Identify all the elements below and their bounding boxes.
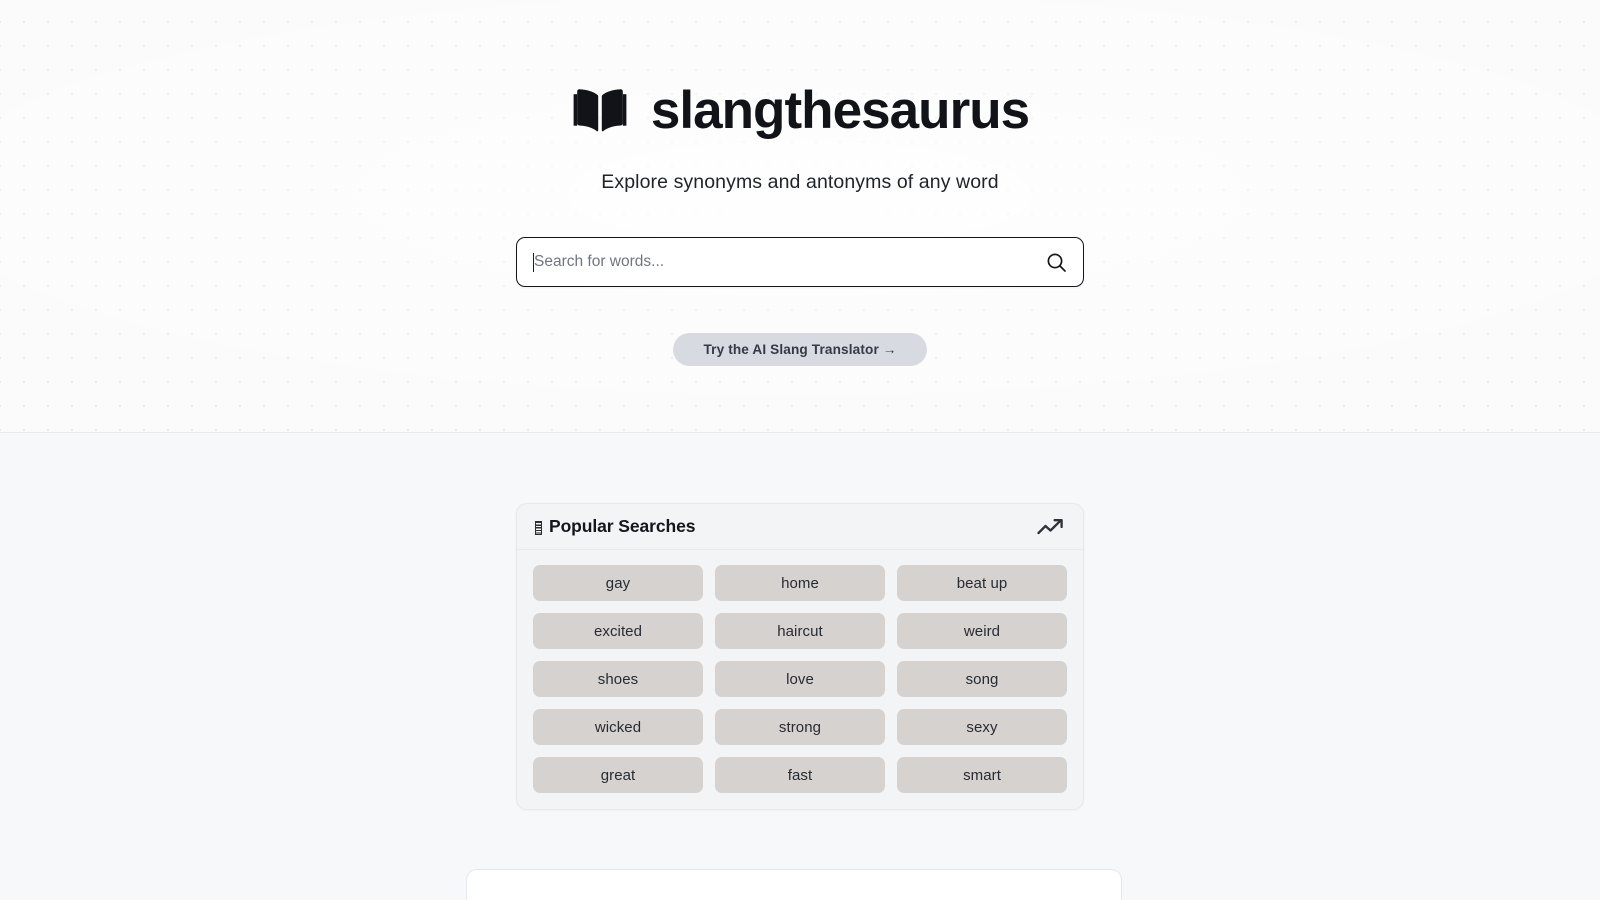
popular-tag[interactable]: love bbox=[715, 661, 885, 697]
popular-tag[interactable]: fast bbox=[715, 757, 885, 793]
popular-searches-title: Popular Searches bbox=[549, 516, 696, 536]
popular-tag[interactable]: home bbox=[715, 565, 885, 601]
trending-up-icon bbox=[1037, 517, 1064, 537]
popular-tag[interactable]: sexy bbox=[897, 709, 1067, 745]
page-title: slangthesaurus bbox=[650, 81, 1030, 140]
hero-section: slangthesaurus Explore synonyms and anto… bbox=[0, 0, 1600, 433]
content-section: Popular Searches gay home beat up excite… bbox=[0, 433, 1600, 900]
popular-tag[interactable]: shoes bbox=[533, 661, 703, 697]
search-bar[interactable] bbox=[516, 237, 1084, 287]
popular-searches-grid: gay home beat up excited haircut weird s… bbox=[517, 550, 1083, 809]
ai-slang-translator-button[interactable]: Try the AI Slang Translator → bbox=[673, 333, 927, 366]
popular-tag[interactable]: haircut bbox=[715, 613, 885, 649]
popular-searches-header: Popular Searches bbox=[517, 504, 1083, 550]
next-card-partial bbox=[466, 869, 1122, 900]
popular-tag[interactable]: smart bbox=[897, 757, 1067, 793]
search-input[interactable] bbox=[534, 238, 1046, 286]
open-book-icon bbox=[571, 87, 629, 134]
text-cursor bbox=[533, 253, 535, 272]
popular-tag[interactable]: weird bbox=[897, 613, 1067, 649]
brand-logo[interactable]: slangthesaurus bbox=[571, 81, 1030, 140]
popular-tag[interactable]: great bbox=[533, 757, 703, 793]
popular-tag[interactable]: song bbox=[897, 661, 1067, 697]
popular-searches-card: Popular Searches gay home beat up excite… bbox=[516, 503, 1084, 810]
missing-glyph-icon bbox=[535, 520, 542, 535]
popular-tag[interactable]: wicked bbox=[533, 709, 703, 745]
popular-tag[interactable]: gay bbox=[533, 565, 703, 601]
popular-tag[interactable]: beat up bbox=[897, 565, 1067, 601]
tagline: Explore synonyms and antonyms of any wor… bbox=[601, 171, 999, 193]
popular-searches-title-group: Popular Searches bbox=[535, 516, 696, 537]
search-icon[interactable] bbox=[1046, 252, 1067, 273]
popular-tag[interactable]: strong bbox=[715, 709, 885, 745]
popular-tag[interactable]: excited bbox=[533, 613, 703, 649]
